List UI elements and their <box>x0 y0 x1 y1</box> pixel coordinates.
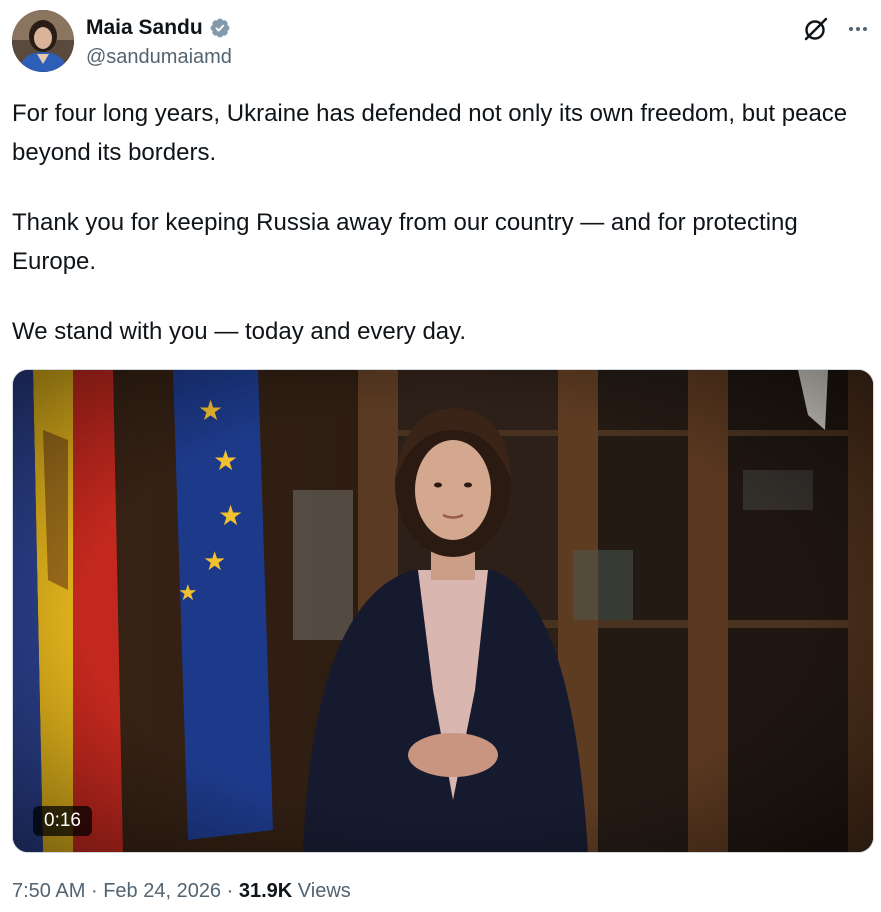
meta-separator: · <box>226 880 234 902</box>
tweet-meta: 7:50 AM · Feb 24, 2026 · 31.9K Views <box>12 880 351 903</box>
tweet-paragraph: Thank you for keeping Russia away from o… <box>12 209 798 275</box>
views-label: Views <box>297 880 351 902</box>
more-options-icon[interactable] <box>843 14 873 44</box>
video-thumbnail: ★ ★ ★ ★ ★ <box>13 370 873 852</box>
views-count[interactable]: 31.9K <box>239 880 292 902</box>
meta-separator: · <box>90 880 98 902</box>
tweet-header: Maia Sandu @sandumaiamd <box>12 10 873 74</box>
tweet-paragraph: For four long years, Ukraine has defende… <box>12 100 848 166</box>
handle[interactable]: @sandumaiamd <box>86 46 232 69</box>
tweet-text: For four long years, Ukraine has defende… <box>12 94 872 351</box>
timestamp-date[interactable]: Feb 24, 2026 <box>103 880 221 902</box>
avatar[interactable] <box>12 10 74 72</box>
video-duration: 0:16 <box>33 806 92 836</box>
verified-badge-icon <box>209 17 231 39</box>
timestamp-time[interactable]: 7:50 AM <box>12 880 85 902</box>
grok-icon[interactable] <box>801 14 831 44</box>
avatar-image <box>12 10 74 72</box>
tweet-paragraph: We stand with you — today and every day. <box>12 318 467 345</box>
display-name[interactable]: Maia Sandu <box>86 16 203 40</box>
video-player[interactable]: ★ ★ ★ ★ ★ 0:16 <box>12 369 874 853</box>
